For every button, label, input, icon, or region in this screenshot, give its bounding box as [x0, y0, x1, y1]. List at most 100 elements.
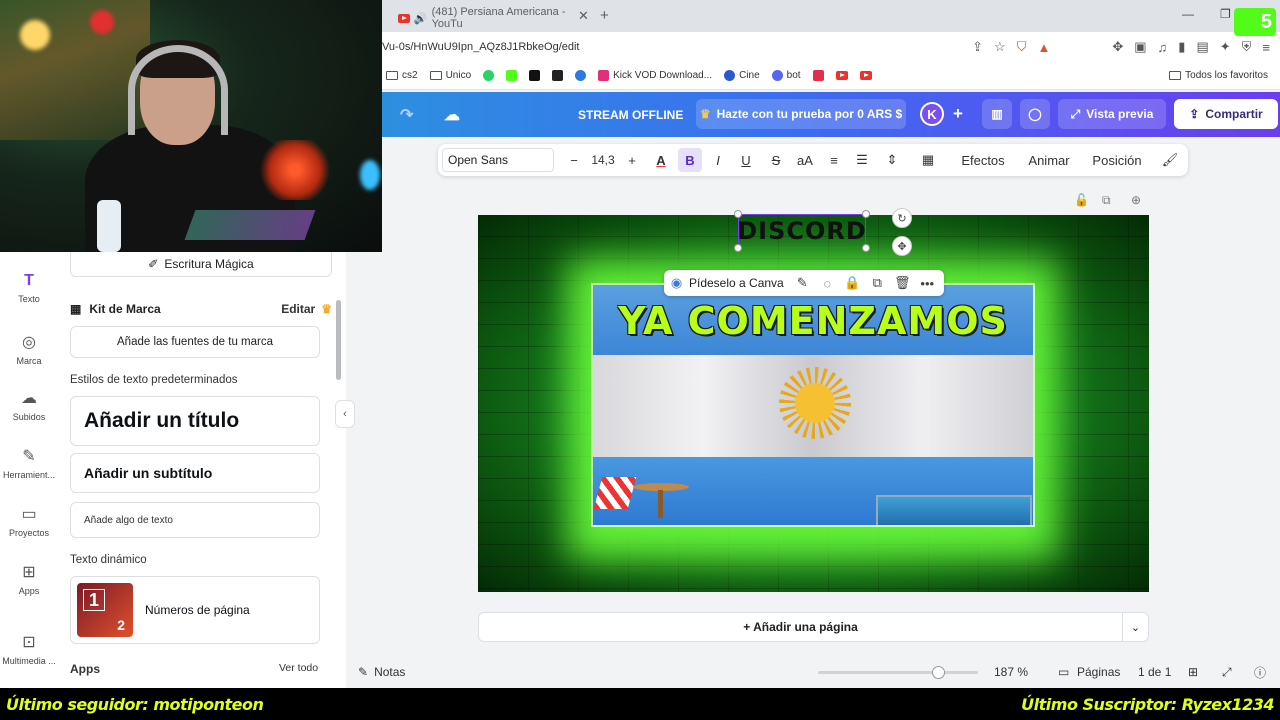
rail-item-media[interactable]: ⊡ Multimedia ... — [0, 632, 58, 666]
add-title-button[interactable]: Añadir un título — [70, 396, 320, 446]
bookmark-tiktok[interactable] — [529, 70, 541, 81]
rail-item-projects[interactable]: ▭ Proyectos — [0, 504, 58, 538]
brave-shield-icon[interactable]: ⛉ — [1017, 39, 1027, 55]
more-options-icon[interactable]: ••• — [915, 276, 940, 291]
bookmark-youtube-2[interactable] — [859, 71, 872, 80]
font-size-input[interactable]: 14,3 — [586, 144, 620, 176]
notes-button[interactable]: Notas — [374, 665, 405, 679]
bookmark-whatsapp[interactable] — [483, 70, 495, 81]
resize-handle[interactable] — [734, 210, 742, 218]
pages-button[interactable]: Páginas — [1077, 665, 1120, 679]
position-button[interactable]: Posición — [1090, 144, 1144, 176]
effects-button[interactable]: Efectos — [958, 144, 1008, 176]
share-page-icon[interactable]: ⇪ — [972, 39, 983, 55]
notes-icon[interactable]: ✎ — [358, 665, 368, 679]
text-color-icon[interactable]: A — [650, 144, 672, 176]
tab-search-icon[interactable]: ▣ — [1134, 39, 1146, 55]
speaker-icon[interactable]: 🔊 — [414, 12, 428, 25]
ask-canva-button[interactable]: Pídeselo a Canva — [689, 276, 784, 290]
collapse-panel-button[interactable]: ‹ — [335, 400, 355, 428]
add-page-icon[interactable]: ⊕ — [1131, 193, 1141, 207]
add-subtitle-button[interactable]: Añadir un subtítulo — [70, 453, 320, 493]
comments-icon[interactable]: ◯ — [1020, 99, 1050, 129]
panel-scrollbar[interactable] — [336, 300, 341, 380]
bookmark-chrome[interactable] — [575, 70, 587, 81]
help-icon[interactable]: ⓘ — [1254, 664, 1266, 681]
avatar[interactable]: K — [920, 102, 944, 126]
url-text[interactable]: Vu-0s/HnWuU9Ipn_AQz8J1RbkeOg/edit — [382, 41, 580, 53]
copy-style-icon[interactable]: 🖌 — [1160, 144, 1180, 176]
lock-icon[interactable]: 🔒 — [840, 275, 865, 291]
headline-text[interactable]: YA COMENZAMOS — [593, 299, 1033, 343]
add-body-text-button[interactable]: Añade algo de texto — [70, 502, 320, 538]
preview-button[interactable]: ⤢ Vista previa — [1058, 99, 1166, 129]
pages-icon[interactable]: ▭ — [1058, 665, 1069, 679]
zoom-level[interactable]: 187 % — [994, 665, 1028, 679]
spacing-icon[interactable]: ⇕ — [882, 144, 902, 176]
discord-text[interactable]: DISCORD — [737, 215, 866, 247]
argentina-flag-image[interactable]: YA COMENZAMOS — [591, 283, 1035, 527]
ai-icon[interactable]: ✦ — [1220, 39, 1231, 55]
rail-item-apps[interactable]: ⊞ Apps — [0, 562, 58, 596]
star-icon[interactable]: ☆ — [994, 39, 1006, 55]
add-page-button[interactable]: + Añadir una página ⌄ — [478, 612, 1149, 642]
trial-promo-button[interactable]: ♛ Hazte con tu prueba por 0 ARS $ — [696, 99, 906, 129]
vpn-icon[interactable]: ⛨ — [1242, 39, 1252, 55]
animate-button[interactable]: Animar — [1026, 144, 1072, 176]
bookmark-cine[interactable]: Cine — [724, 70, 760, 81]
bold-button[interactable]: B — [678, 148, 702, 172]
new-tab-icon[interactable]: + — [600, 7, 609, 24]
magic-write-button[interactable]: ✐ Escritura Mágica — [70, 252, 332, 277]
font-family-select[interactable]: Open Sans — [442, 148, 554, 172]
add-collaborator-icon[interactable]: + — [946, 99, 970, 129]
lock-icon[interactable]: 🔓 — [1074, 193, 1089, 207]
media-icon[interactable]: ♫ — [1158, 40, 1168, 55]
list-icon[interactable]: ☰ — [852, 144, 872, 176]
grid-view-icon[interactable]: ⊞ — [1188, 665, 1198, 679]
bookmark-youtube[interactable] — [835, 71, 848, 80]
bookmark-cs2[interactable]: cs2 — [386, 70, 418, 81]
zoom-slider-knob[interactable] — [931, 666, 945, 679]
chevron-down-icon[interactable]: ⌄ — [1122, 613, 1148, 641]
duplicate-page-icon[interactable]: ⧉ — [1102, 193, 1111, 208]
bookmark-kick-vod[interactable]: Kick VOD Download... — [598, 70, 712, 81]
rail-item-text[interactable]: T Texto — [0, 272, 58, 304]
bookmark-app[interactable] — [552, 70, 564, 81]
browser-tab[interactable]: 🔊 (481) Persiana Americana - YouTu — [398, 4, 598, 32]
menu-icon[interactable]: ≡ — [1262, 40, 1270, 55]
resize-handle[interactable] — [862, 210, 870, 218]
resize-handle[interactable] — [862, 244, 870, 252]
align-icon[interactable]: ≡ — [824, 144, 844, 176]
rotate-icon[interactable]: ↻ — [892, 208, 912, 228]
sidebar-icon[interactable]: ▮ — [1178, 39, 1185, 55]
selected-text-box[interactable]: DISCORD — [734, 210, 870, 252]
rewards-icon[interactable]: ▲ — [1037, 40, 1050, 55]
decrease-size-button[interactable]: − — [566, 144, 582, 176]
bookmark-media[interactable] — [812, 70, 824, 81]
extensions-icon[interactable]: ✥ — [1112, 39, 1123, 55]
insights-icon[interactable]: ▥ — [982, 99, 1012, 129]
close-tab-icon[interactable]: ✕ — [578, 8, 589, 24]
cloud-saved-icon[interactable]: ☁ — [444, 92, 460, 137]
italic-button[interactable]: I — [708, 144, 728, 176]
zoom-slider[interactable] — [818, 666, 978, 679]
see-all-link[interactable]: Ver todo — [279, 662, 318, 674]
underline-button[interactable]: U — [736, 144, 756, 176]
transparency-icon[interactable]: ▦ — [918, 144, 938, 176]
comment-icon[interactable]: ◌ — [815, 276, 840, 291]
add-brand-fonts-button[interactable]: Añade las fuentes de tu marca — [70, 326, 320, 358]
move-icon[interactable]: ✥ — [892, 236, 912, 256]
duplicate-icon[interactable]: ⧉ — [865, 275, 890, 291]
magic-edit-icon[interactable]: ✎ — [790, 275, 815, 291]
strikethrough-button[interactable]: S — [766, 144, 786, 176]
minimize-icon[interactable]: — — [1182, 7, 1194, 21]
rail-item-uploads[interactable]: ☁ Subidos — [0, 388, 58, 422]
share-button[interactable]: ⇪ Compartir — [1174, 99, 1278, 129]
resize-handle[interactable] — [734, 244, 742, 252]
page-numbers-button[interactable]: 1 2 Números de página — [70, 576, 320, 644]
letter-case-button[interactable]: aA — [794, 144, 816, 176]
rail-item-brand[interactable]: ◎ Marca — [0, 332, 58, 366]
fullscreen-icon[interactable]: ⤢ — [1222, 665, 1232, 680]
brand-kit-edit-link[interactable]: Editar — [281, 302, 315, 316]
rail-item-tools[interactable]: ✎ Herramient... — [0, 446, 58, 480]
